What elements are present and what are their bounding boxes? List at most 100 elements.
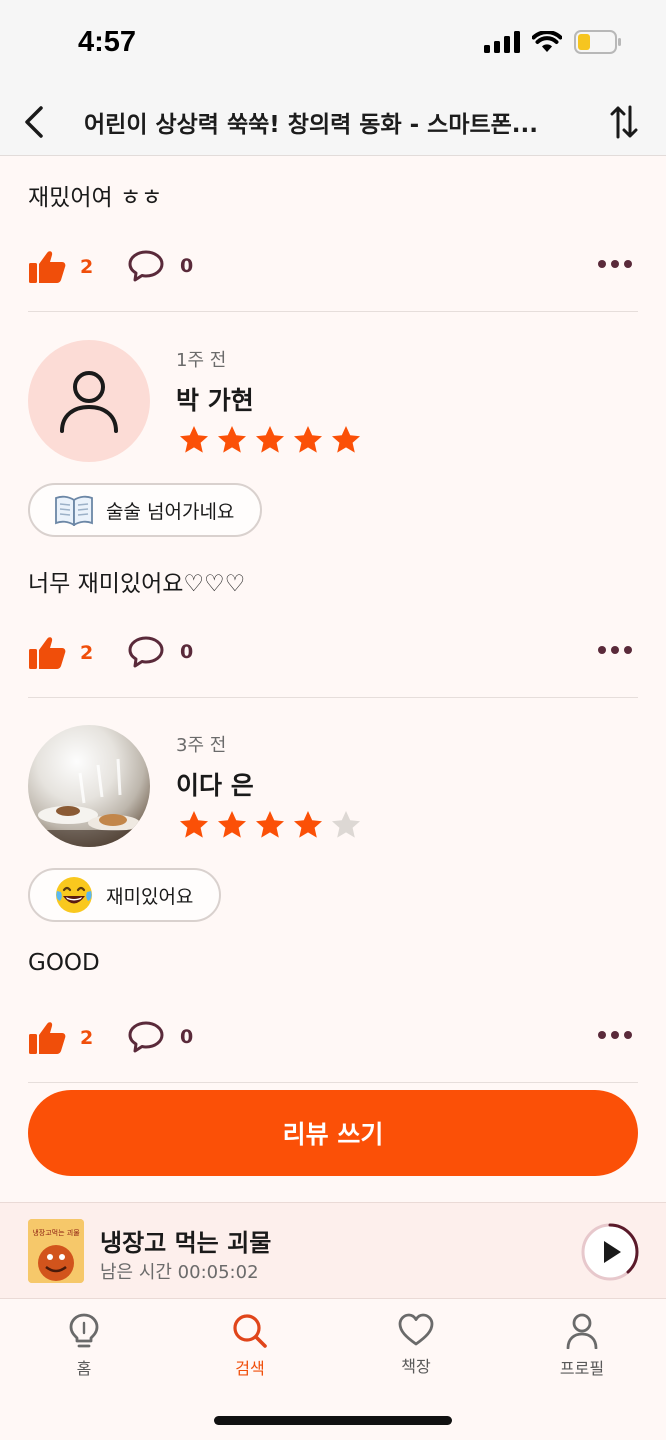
dot-icon: [598, 260, 606, 268]
page-title: 어린이 상상력 쑥쑥! 창의력 동화 - 스마트폰...: [84, 112, 539, 138]
now-playing-title: 냉장고 먹는 괴물: [100, 1229, 272, 1257]
reviewer-name: 이다 은: [176, 771, 254, 800]
star-rating: [178, 424, 362, 456]
star-filled-icon: [218, 426, 246, 453]
avatar-photo: [28, 725, 150, 847]
comment-count: 0: [180, 641, 194, 663]
star-filled-icon: [294, 426, 322, 453]
tab-label: 검색: [235, 1359, 265, 1378]
cover-text: 냉장고먹는 괴물: [32, 1228, 80, 1237]
star-filled-icon: [218, 811, 246, 838]
status-icons: [484, 30, 622, 54]
status-time: 4:57: [78, 26, 137, 58]
dot-icon: [611, 646, 619, 654]
review-text: 재밌어여 ㅎㅎ: [28, 185, 163, 211]
like-count: 2: [80, 1027, 94, 1049]
comment-count: 0: [180, 255, 194, 277]
review-tag-chip: 술술 넘어가네요: [28, 483, 263, 537]
cellular-signal-icon: [484, 31, 520, 53]
more-options-button[interactable]: [598, 646, 632, 654]
dot-icon: [611, 260, 619, 268]
back-button[interactable]: [12, 100, 56, 144]
divider: [28, 311, 638, 312]
comment-button[interactable]: 0: [128, 1021, 193, 1053]
dot-icon: [624, 260, 632, 268]
tab-search[interactable]: 검색: [190, 1313, 310, 1379]
write-review-button[interactable]: 리뷰 쓰기: [28, 1090, 638, 1176]
star-filled-icon: [256, 426, 284, 453]
comment-button[interactable]: 0: [128, 250, 193, 282]
star-empty-icon: [332, 811, 360, 838]
review-time: 3주 전: [176, 735, 227, 756]
review-tag-chip: 재미있어요: [28, 868, 222, 922]
tag-label: 재미있어요: [106, 885, 194, 908]
write-review-label: 리뷰 쓰기: [282, 1120, 384, 1149]
heart-icon: [398, 1313, 434, 1346]
reviewer-name: 박 가현: [176, 386, 254, 415]
star-filled-icon: [180, 426, 208, 453]
like-button[interactable]: 2: [28, 1021, 93, 1055]
more-options-button[interactable]: [598, 260, 632, 268]
review-actions: 2 0: [28, 1021, 638, 1061]
dot-icon: [611, 1031, 619, 1039]
dot-icon: [598, 646, 606, 654]
mini-player[interactable]: 냉장고먹는 괴물 냉장고 먹는 괴물 남은 시간 00:05:02: [0, 1202, 666, 1298]
review-text: GOOD: [28, 950, 100, 976]
more-options-button[interactable]: [598, 1031, 632, 1039]
chevron-left-icon: [25, 106, 43, 138]
battery-icon: [574, 30, 621, 54]
review-time: 1주 전: [176, 350, 227, 371]
tab-label: 책장: [401, 1357, 431, 1376]
lightbulb-icon: [69, 1313, 99, 1348]
tag-label: 술술 넘어가네요: [106, 500, 235, 523]
laughing-face-icon: [56, 877, 92, 913]
review-actions: 2 0: [28, 636, 638, 676]
remaining-time: 남은 시간 00:05:02: [100, 1262, 259, 1283]
comment-bubble-icon: [128, 1021, 164, 1053]
comment-button[interactable]: 0: [128, 636, 193, 668]
like-button[interactable]: 2: [28, 636, 93, 670]
like-button[interactable]: 2: [28, 250, 93, 284]
status-bar: 4:57: [0, 0, 666, 88]
home-indicator: [214, 1416, 452, 1425]
comment-bubble-icon: [128, 636, 164, 668]
star-filled-icon: [332, 426, 360, 453]
tab-bookshelf[interactable]: 책장: [356, 1313, 476, 1377]
comment-count: 0: [180, 1026, 194, 1048]
divider: [28, 697, 638, 698]
thumbs-up-icon: [29, 1022, 66, 1054]
comment-bubble-icon: [128, 250, 164, 282]
star-filled-icon: [180, 811, 208, 838]
tab-profile[interactable]: 프로필: [522, 1313, 642, 1379]
app-header: 어린이 상상력 쑥쑥! 창의력 동화 - 스마트폰...: [0, 88, 666, 156]
tab-home[interactable]: 홈: [24, 1313, 144, 1379]
play-progress-icon: [581, 1223, 639, 1281]
play-button[interactable]: [580, 1222, 640, 1282]
sort-button[interactable]: [602, 100, 646, 144]
review-text: 너무 재미있어요♡♡♡: [28, 571, 246, 597]
tab-label: 홈: [76, 1359, 92, 1378]
dot-icon: [624, 646, 632, 654]
thumbs-up-icon: [29, 637, 66, 669]
person-icon: [566, 1313, 598, 1349]
wifi-icon: [532, 31, 562, 52]
thumbs-up-icon: [29, 251, 66, 283]
star-filled-icon: [294, 811, 322, 838]
monster-illustration: 냉장고먹는 괴물: [28, 1219, 84, 1283]
sort-arrows-icon: [610, 105, 638, 139]
person-icon: [60, 371, 118, 433]
review-actions: 2 0: [28, 250, 638, 290]
divider: [28, 1082, 638, 1083]
star-rating: [178, 809, 362, 841]
like-count: 2: [80, 256, 94, 278]
tab-label: 프로필: [559, 1359, 605, 1378]
dot-icon: [598, 1031, 606, 1039]
dining-table-photo: [28, 758, 150, 847]
dot-icon: [624, 1031, 632, 1039]
star-filled-icon: [256, 811, 284, 838]
like-count: 2: [80, 642, 94, 664]
book-cover-thumbnail: 냉장고먹는 괴물: [28, 1219, 84, 1283]
search-icon: [233, 1314, 267, 1348]
open-book-icon: [55, 495, 93, 526]
avatar: [28, 340, 150, 462]
